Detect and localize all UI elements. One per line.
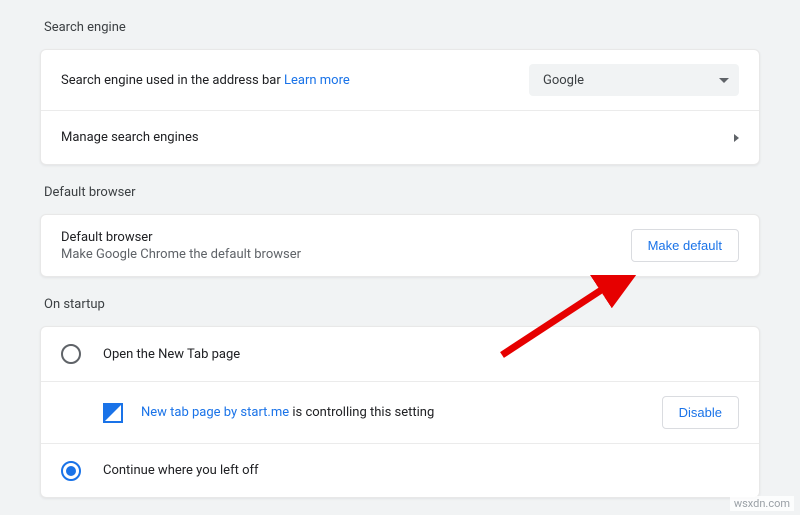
on-startup-card: Open the New Tab page New tab page by st… [40, 326, 760, 498]
search-engine-section-title: Search engine [40, 0, 760, 49]
manage-search-engines-row[interactable]: Manage search engines [41, 110, 759, 164]
extension-icon [103, 403, 123, 423]
radio-continue[interactable] [61, 461, 81, 481]
manage-search-engines-label: Manage search engines [61, 130, 199, 145]
startup-option-continue[interactable]: Continue where you left off [41, 443, 759, 497]
learn-more-link[interactable]: Learn more [284, 73, 350, 88]
search-engine-row: Search engine used in the address bar Le… [41, 50, 759, 110]
search-engine-value: Google [543, 73, 584, 88]
startup-opt1-label: Open the New Tab page [103, 347, 240, 362]
caret-down-icon [719, 78, 729, 83]
startup-option-new-tab[interactable]: Open the New Tab page [41, 327, 759, 381]
default-browser-row: Default browser Make Google Chrome the d… [41, 215, 759, 276]
extension-control-text: New tab page by start.me is controlling … [141, 405, 434, 420]
default-browser-text: Default browser Make Google Chrome the d… [61, 230, 301, 262]
watermark: wsxdn.com [730, 496, 794, 511]
default-browser-section-title: Default browser [40, 165, 760, 214]
default-browser-secondary: Make Google Chrome the default browser [61, 247, 301, 262]
default-browser-primary: Default browser [61, 230, 301, 245]
search-engine-label-group: Search engine used in the address bar Le… [61, 73, 529, 88]
search-engine-select[interactable]: Google [529, 64, 739, 96]
chevron-right-icon [734, 134, 739, 142]
radio-new-tab[interactable] [61, 344, 81, 364]
search-engine-label: Search engine used in the address bar [61, 73, 281, 88]
extension-name-link[interactable]: New tab page by start.me [141, 405, 289, 420]
search-engine-card: Search engine used in the address bar Le… [40, 49, 760, 165]
startup-extension-row: New tab page by start.me is controlling … [41, 381, 759, 443]
disable-extension-button[interactable]: Disable [662, 396, 739, 429]
make-default-button[interactable]: Make default [631, 229, 739, 262]
default-browser-card: Default browser Make Google Chrome the d… [40, 214, 760, 277]
startup-opt2-label: Continue where you left off [103, 463, 259, 478]
extension-rest-text: is controlling this setting [289, 405, 434, 420]
on-startup-section-title: On startup [40, 277, 760, 326]
